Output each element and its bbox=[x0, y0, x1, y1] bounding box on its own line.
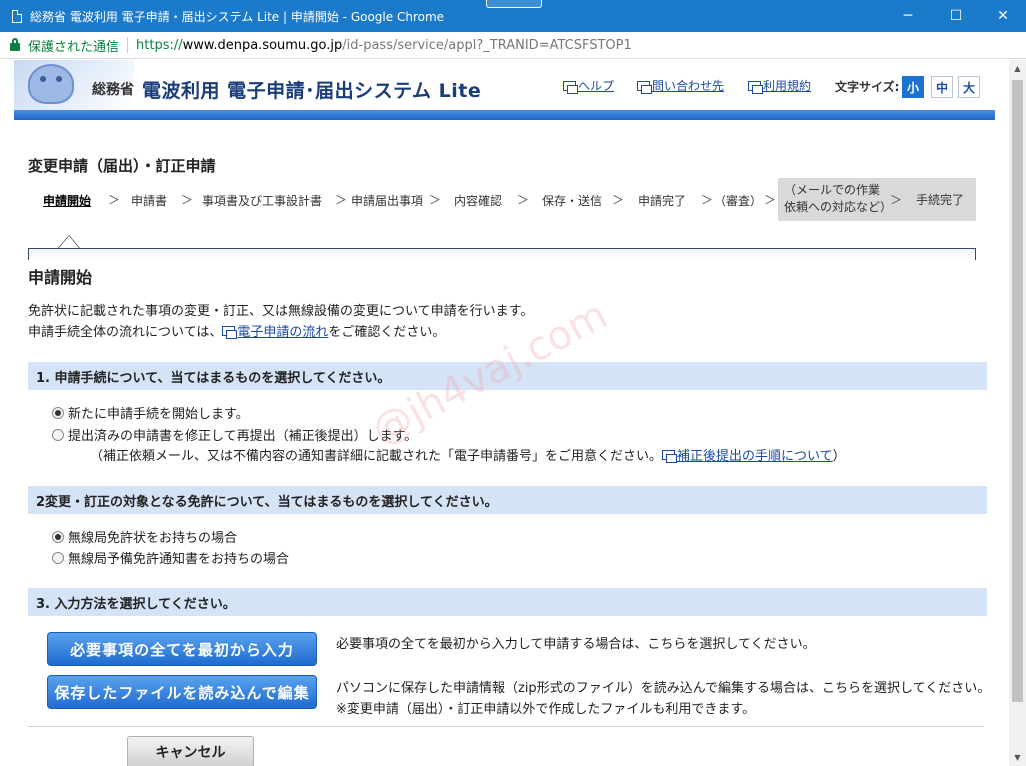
q1-note-text: （補正依頼メール、又は不備内容の通知書詳細に記載された「電子申請番号」をご用意く… bbox=[90, 449, 663, 464]
new-window-icon bbox=[563, 80, 578, 94]
help-link[interactable]: ヘルプ bbox=[563, 77, 614, 94]
step-arrow: ＞ bbox=[181, 193, 194, 207]
contact-link[interactable]: 問い合わせ先 bbox=[637, 77, 724, 94]
question1-header: 1. 申請手続について、当てはまるものを選択してください。 bbox=[28, 362, 987, 390]
step-email-response: （メールでの作業依頼への対応など） bbox=[784, 183, 893, 214]
address-separator bbox=[127, 37, 129, 53]
step-complete: 申請完了 bbox=[638, 194, 687, 208]
window-title: 総務省 電波利用 電子申請・届出システム Lite | 申請開始 - Googl… bbox=[30, 9, 445, 24]
site-title[interactable]: 電波利用 電子申請･届出システム Lite bbox=[142, 76, 481, 103]
load-saved-file-desc: パソコンに保存した申請情報（zip形式のファイル）を読み込んで編集する場合は、こ… bbox=[336, 681, 991, 696]
cancel-button[interactable]: キャンセル bbox=[127, 736, 254, 766]
url-host: www.denpa.soumu.go.jp bbox=[182, 37, 343, 53]
radio-checked-icon[interactable] bbox=[52, 406, 64, 419]
question2-header: 2変更・訂正の対象となる免許について、当てはまるものを選択してください。 bbox=[28, 486, 987, 514]
site-header: 総務省 電波利用 電子申請･届出システム Lite ヘルプ 問い合わせ先 利用規… bbox=[14, 60, 995, 110]
ministry-name: 総務省 bbox=[92, 82, 134, 98]
title-bar: 総務省 電波利用 電子申請・届出システム Lite | 申請開始 - Googl… bbox=[0, 0, 1026, 32]
radio-unchecked-icon[interactable] bbox=[52, 428, 64, 441]
intro-flow-text: 申請手続全体の流れについては、 電子申請の流れ をご確認ください。 bbox=[28, 321, 445, 340]
maximize-button[interactable]: ☐ bbox=[933, 0, 979, 32]
lock-icon bbox=[10, 38, 20, 51]
step-items: 申請届出事項 bbox=[351, 194, 424, 208]
step-arrow: ＞ bbox=[108, 193, 121, 207]
e-application-flow-link[interactable]: 電子申請の流れ bbox=[222, 321, 328, 340]
document-icon bbox=[12, 9, 22, 23]
font-size-label: 文字サイズ: bbox=[835, 80, 900, 94]
intro-text: 免許状に記載された事項の変更・訂正、又は無線設備の変更について申請を行います。 bbox=[28, 304, 534, 319]
font-size-large-button[interactable]: 大 bbox=[958, 76, 980, 98]
step-gray-box: （メールでの作業依頼への対応など） ＞ 手続完了 bbox=[778, 178, 976, 221]
vertical-scrollbar[interactable]: ▲ ▼ bbox=[1009, 60, 1026, 766]
step-arrow: ＞ bbox=[764, 193, 777, 207]
enter-from-start-button[interactable]: 必要事項の全てを最初から入力 bbox=[47, 632, 317, 666]
q2-option-preliminary[interactable]: 無線局予備免許通知書をお持ちの場合 bbox=[52, 548, 289, 567]
q1-note-close: ） bbox=[832, 449, 846, 464]
step-arrow: ＞ bbox=[517, 193, 530, 207]
step-arrow: ＞ bbox=[701, 193, 714, 207]
step-arrow: ＞ bbox=[612, 193, 625, 207]
scroll-thumb[interactable] bbox=[1012, 80, 1023, 702]
new-window-icon bbox=[662, 449, 678, 463]
url-scheme: https:// bbox=[136, 37, 183, 53]
radio-checked-icon[interactable] bbox=[52, 530, 64, 543]
step-arrow: ＞ bbox=[429, 193, 442, 207]
font-size-medium-button[interactable]: 中 bbox=[931, 76, 953, 98]
q1-option-resubmit-label[interactable]: 提出済みの申請書を修正して再提出（補正後提出）します。 bbox=[68, 425, 417, 444]
page-heading: 変更申請（届出）・訂正申請 bbox=[28, 157, 216, 175]
step-save-send: 保存・送信 bbox=[542, 194, 603, 208]
progress-steps: 申請開始 ＞ 申請書 ＞ 事項書及び工事設計書 ＞ 申請届出事項 ＞ 内容確認 … bbox=[28, 176, 976, 222]
window-grip[interactable] bbox=[486, 0, 542, 8]
content-top-border bbox=[28, 248, 976, 260]
step-review: （審査） bbox=[714, 194, 763, 208]
divider bbox=[28, 726, 984, 727]
step-arrow: ＞ bbox=[335, 193, 348, 207]
section-title: 申請開始 bbox=[28, 268, 93, 287]
enter-from-start-desc: 必要事項の全てを最初から入力して申請する場合は、こちらを選択してください。 bbox=[336, 637, 816, 652]
header-bar bbox=[14, 110, 995, 120]
address-bar[interactable]: 保護された通信 https://www.denpa.soumu.go.jp/id… bbox=[0, 32, 1026, 59]
q1-option-resubmit[interactable]: 提出済みの申請書を修正して再提出（補正後提出）します。 bbox=[52, 425, 417, 444]
question3-header: 3. 入力方法を選択してください。 bbox=[28, 588, 987, 616]
scroll-up-icon[interactable]: ▲ bbox=[1009, 60, 1026, 77]
q1-option-new[interactable]: 新たに申請手続を開始します。 bbox=[52, 403, 249, 422]
intro-flow-prefix: 申請手続全体の流れについては、 bbox=[28, 325, 223, 340]
new-window-icon bbox=[222, 325, 238, 339]
step-application: 申請書 bbox=[131, 194, 168, 208]
url-path: /id-pass/service/appl?_TRANID=ATCSFSTOP1 bbox=[342, 37, 632, 53]
terms-link[interactable]: 利用規約 bbox=[748, 77, 811, 94]
new-window-icon bbox=[637, 80, 652, 94]
font-size-small-button[interactable]: 小 bbox=[902, 76, 924, 98]
q2-option-license[interactable]: 無線局免許状をお持ちの場合 bbox=[52, 527, 237, 546]
load-saved-file-note: ※変更申請（届出）・訂正申請以外で作成したファイルも利用できます。 bbox=[336, 702, 756, 717]
step-start: 申請開始 bbox=[43, 194, 92, 208]
secure-label[interactable]: 保護された通信 bbox=[28, 36, 119, 55]
radio-unchecked-icon[interactable] bbox=[52, 551, 64, 564]
step-arrow: ＞ bbox=[890, 193, 903, 207]
step-procedure-complete: 手続完了 bbox=[916, 193, 965, 207]
step-design-doc: 事項書及び工事設計書 bbox=[202, 194, 323, 208]
q2-option-preliminary-label[interactable]: 無線局予備免許通知書をお持ちの場合 bbox=[68, 548, 289, 567]
correction-procedure-link[interactable]: 補正後提出の手順について bbox=[662, 445, 833, 464]
url-text[interactable]: https://www.denpa.soumu.go.jp/id-pass/se… bbox=[136, 38, 632, 53]
intro-flow-suffix: をご確認ください。 bbox=[328, 325, 446, 340]
step-confirm: 内容確認 bbox=[454, 194, 503, 208]
close-button[interactable]: ✕ bbox=[980, 0, 1026, 32]
load-saved-file-button[interactable]: 保存したファイルを読み込んで編集 bbox=[47, 675, 317, 709]
minimize-button[interactable]: ─ bbox=[885, 0, 931, 32]
new-window-icon bbox=[748, 80, 763, 94]
q2-option-license-label[interactable]: 無線局免許状をお持ちの場合 bbox=[68, 527, 237, 546]
step-pointer-icon bbox=[58, 235, 80, 248]
q1-option-new-label[interactable]: 新たに申請手続を開始します。 bbox=[68, 403, 249, 422]
q1-note: （補正依頼メール、又は不備内容の通知書詳細に記載された「電子申請番号」をご用意く… bbox=[90, 445, 846, 464]
scroll-down-icon[interactable]: ▼ bbox=[1009, 749, 1026, 766]
